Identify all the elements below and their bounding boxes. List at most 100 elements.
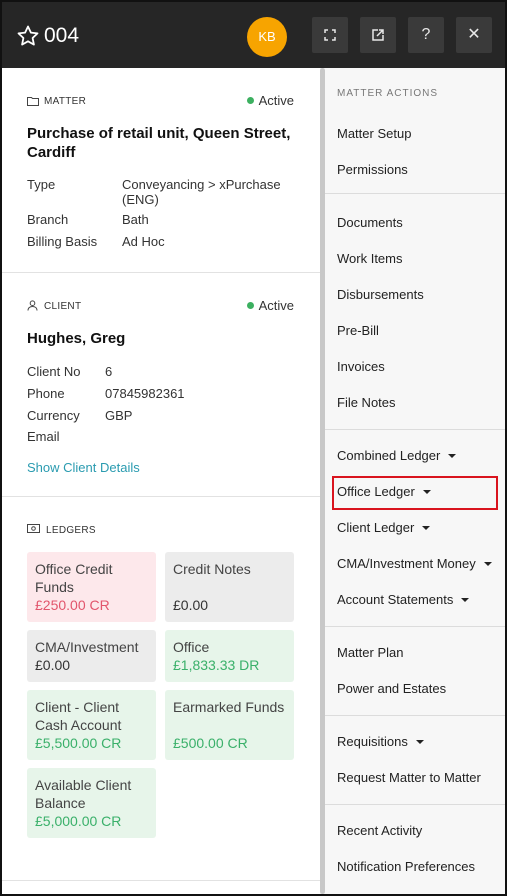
- show-client-details-link[interactable]: Show Client Details: [27, 460, 140, 475]
- phone-value: 07845982361: [105, 386, 185, 401]
- caret-down-icon: [448, 454, 457, 458]
- menu-item-pre-bill[interactable]: Pre-Bill: [337, 323, 379, 338]
- close-button[interactable]: ✕: [456, 17, 492, 53]
- ledger-card-credit-notes[interactable]: Credit Notes £0.00: [165, 552, 294, 622]
- matter-actions-menu: MATTER ACTIONS Matter Setup Permissions …: [325, 68, 505, 894]
- active-dot: [246, 302, 254, 309]
- star-icon[interactable]: [16, 24, 40, 48]
- menu-item-cma-investment-money[interactable]: CMA/Investment Money: [337, 556, 492, 571]
- menu-item-matter-setup[interactable]: Matter Setup: [337, 126, 411, 141]
- ledgers-section: LEDGERS Office Credit Funds £250.00 CR C…: [2, 497, 320, 877]
- branch-label: Branch: [27, 212, 69, 227]
- matter-panel: 004 KB ? ✕ MATTER Active Purchase of ret…: [0, 0, 507, 896]
- email-label: Email: [27, 429, 60, 444]
- menu-item-account-statements[interactable]: Account Statements: [337, 592, 470, 607]
- client-no-value: 6: [105, 364, 113, 379]
- ledger-card-amount: £0.00: [173, 597, 209, 613]
- office-ledger-highlight: [332, 476, 498, 510]
- type-value: Conveyancing > xPurchase (ENG): [122, 177, 281, 207]
- menu-item-disbursements[interactable]: Disbursements: [337, 287, 424, 302]
- caret-down-icon: [415, 740, 424, 744]
- ledger-card-amount: £5,000.00 CR: [35, 813, 122, 829]
- menu-item-combined-ledger[interactable]: Combined Ledger: [337, 448, 457, 463]
- matter-number: 004: [44, 24, 80, 47]
- avatar[interactable]: KB: [247, 17, 287, 57]
- menu-item-recent-activity[interactable]: Recent Activity: [337, 823, 422, 838]
- phone-label: Phone: [27, 386, 65, 401]
- currency-label: Currency: [27, 408, 80, 423]
- divider: [2, 880, 320, 881]
- open-external-button[interactable]: [360, 17, 396, 53]
- matter-status-text: Active: [258, 93, 294, 108]
- client-no-label: Client No: [27, 364, 81, 379]
- menu-item-power-and-estates[interactable]: Power and Estates: [337, 681, 446, 696]
- menu-divider: [325, 626, 505, 627]
- menu-divider: [325, 429, 505, 430]
- client-name: Hughes, Greg: [27, 330, 126, 347]
- menu-item-notification-preferences[interactable]: Notification Preferences: [337, 859, 475, 874]
- ledger-card-label: Client - Client Cash Account: [35, 699, 122, 733]
- active-dot: [246, 97, 254, 104]
- menu-divider: [325, 715, 505, 716]
- matter-section: MATTER Active Purchase of retail unit, Q…: [2, 68, 320, 272]
- ledger-card-earmarked-funds[interactable]: Earmarked Funds £500.00 CR: [165, 690, 294, 760]
- ledger-card-label: Earmarked Funds: [173, 699, 285, 715]
- ledger-card-label: CMA/Investment: [35, 639, 139, 655]
- ledger-card-label: Office Credit Funds: [35, 561, 113, 595]
- money-icon: [27, 524, 40, 533]
- expand-button[interactable]: [312, 17, 348, 53]
- ledger-card-amount: £1,833.33 DR: [173, 657, 260, 673]
- open-external-icon: [372, 29, 384, 41]
- ledger-card-client-cash-account[interactable]: Client - Client Cash Account £5,500.00 C…: [27, 690, 156, 760]
- matter-actions-title: MATTER ACTIONS: [337, 88, 439, 99]
- billing-basis-label: Billing Basis: [27, 234, 98, 249]
- type-label: Type: [27, 177, 56, 192]
- menu-item-label: CMA/Investment Money: [337, 556, 476, 571]
- menu-item-client-ledger[interactable]: Client Ledger: [337, 520, 431, 535]
- ledger-card-amount: £500.00 CR: [173, 735, 248, 751]
- matter-section-label: MATTER: [44, 96, 87, 107]
- menu-item-request-matter-to-matter[interactable]: Request Matter to Matter: [337, 770, 481, 785]
- panel-header: 004 KB ? ✕: [2, 2, 505, 68]
- menu-item-file-notes[interactable]: File Notes: [337, 395, 396, 410]
- ledgers-section-label: LEDGERS: [46, 525, 96, 536]
- currency-value: GBP: [105, 408, 133, 423]
- close-icon: ✕: [467, 26, 481, 43]
- client-status-text: Active: [258, 298, 294, 313]
- menu-item-matter-plan[interactable]: Matter Plan: [337, 645, 403, 660]
- ledger-card-office-credit-funds[interactable]: Office Credit Funds £250.00 CR: [27, 552, 156, 622]
- folder-icon: [27, 97, 39, 106]
- menu-item-permissions[interactable]: Permissions: [337, 162, 408, 177]
- ledger-card-amount: £0.00: [35, 657, 71, 673]
- menu-item-invoices[interactable]: Invoices: [337, 359, 385, 374]
- caret-down-icon: [422, 526, 431, 530]
- help-icon: ?: [421, 26, 431, 43]
- client-section: CLIENT Active Hughes, Greg Client No 6 P…: [2, 273, 320, 496]
- ledger-card-available-client-balance[interactable]: Available Client Balance £5,000.00 CR: [27, 768, 156, 838]
- menu-item-work-items[interactable]: Work Items: [337, 251, 403, 266]
- menu-item-label: Combined Ledger: [337, 448, 441, 463]
- expand-icon: [324, 29, 336, 41]
- menu-item-label: Requisitions: [337, 734, 408, 749]
- menu-item-requisitions[interactable]: Requisitions: [337, 734, 424, 749]
- branch-value: Bath: [122, 212, 149, 227]
- ledger-card-label: Office: [173, 639, 210, 655]
- ledger-card-amount: £250.00 CR: [35, 597, 110, 613]
- menu-item-documents[interactable]: Documents: [337, 215, 403, 230]
- person-icon: [27, 300, 38, 311]
- menu-divider: [325, 193, 505, 194]
- details-pane: MATTER Active Purchase of retail unit, Q…: [2, 68, 320, 894]
- ledger-card-cma-investment[interactable]: CMA/Investment £0.00: [27, 630, 156, 682]
- help-button[interactable]: ?: [408, 17, 444, 53]
- client-status: Active: [246, 298, 294, 313]
- caret-down-icon: [483, 562, 492, 566]
- matter-status: Active: [246, 93, 294, 108]
- ledger-card-office[interactable]: Office £1,833.33 DR: [165, 630, 294, 682]
- billing-basis-value: Ad Hoc: [122, 234, 165, 249]
- menu-divider: [325, 804, 505, 805]
- ledger-card-label: Available Client Balance: [35, 777, 132, 811]
- client-section-label: CLIENT: [44, 301, 82, 312]
- matter-title: Purchase of retail unit, Queen Street, C…: [27, 125, 291, 161]
- menu-item-label: Account Statements: [337, 592, 454, 607]
- ledger-card-label: Credit Notes: [173, 561, 251, 577]
